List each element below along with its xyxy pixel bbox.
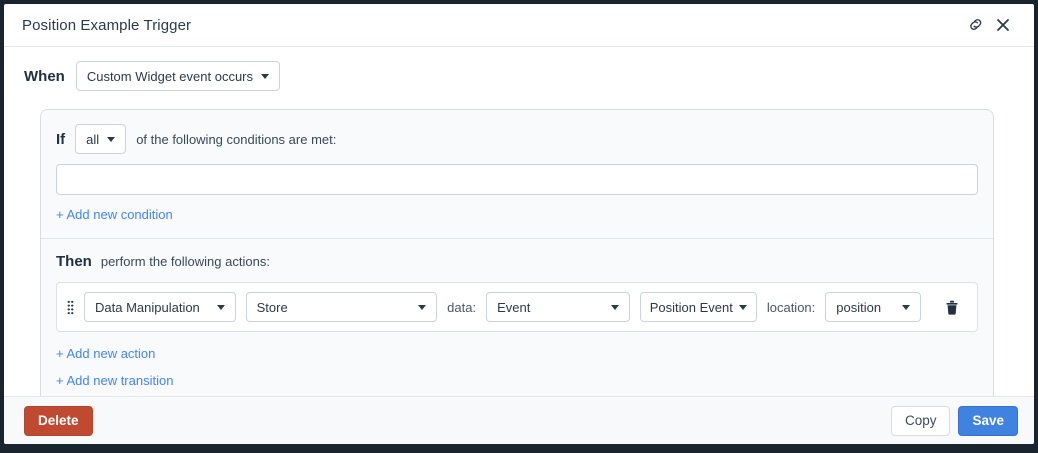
- action-category-dropdown[interactable]: Data Manipulation: [84, 292, 236, 322]
- condition-input[interactable]: [56, 164, 978, 195]
- if-label: If: [56, 131, 65, 148]
- modal-footer: Delete Copy Save: [4, 396, 1034, 444]
- when-row: When Custom Widget event occurs: [24, 61, 1014, 91]
- location-value: position: [836, 300, 881, 315]
- close-icon[interactable]: [990, 12, 1016, 38]
- if-section: If all of the following conditions are m…: [41, 110, 993, 239]
- action-row: Data Manipulation Store data: Event: [56, 282, 978, 332]
- event-type-dropdown[interactable]: Position Event: [640, 292, 757, 322]
- action-category-value: Data Manipulation: [95, 300, 200, 315]
- action-operation-value: Store: [257, 300, 288, 315]
- when-label: When: [24, 68, 65, 85]
- chevron-down-icon: [217, 305, 225, 310]
- chevron-down-icon: [611, 305, 619, 310]
- modal-titlebar: Position Example Trigger: [4, 4, 1034, 47]
- data-source-value: Event: [497, 300, 530, 315]
- when-event-dropdown-value: Custom Widget event occurs: [87, 69, 253, 84]
- then-links: + Add new action + Add new transition: [56, 346, 978, 388]
- chevron-down-icon: [418, 305, 426, 310]
- location-dropdown[interactable]: position: [825, 292, 921, 322]
- screen-backdrop: Position Example Trigger When Cust: [0, 0, 1038, 453]
- quantifier-dropdown-value: all: [86, 132, 99, 147]
- modal-title: Position Example Trigger: [22, 17, 191, 34]
- copy-button[interactable]: Copy: [891, 406, 951, 436]
- if-header: If all of the following conditions are m…: [56, 124, 978, 154]
- add-action-link[interactable]: + Add new action: [56, 346, 978, 361]
- save-button[interactable]: Save: [958, 406, 1018, 436]
- then-section: Then perform the following actions: Data…: [41, 239, 993, 396]
- trash-icon[interactable]: [941, 296, 963, 318]
- quantifier-dropdown[interactable]: all: [75, 124, 126, 154]
- data-label: data:: [447, 300, 476, 315]
- if-description: of the following conditions are met:: [136, 132, 336, 147]
- clause-area: If all of the following conditions are m…: [40, 109, 994, 396]
- location-label: location:: [767, 300, 815, 315]
- if-then-clause-panel: If all of the following conditions are m…: [40, 109, 994, 396]
- drag-handle-icon[interactable]: [67, 300, 74, 315]
- chevron-down-icon: [261, 74, 269, 79]
- modal-body: When Custom Widget event occurs If all: [4, 47, 1034, 396]
- link-icon[interactable]: [964, 12, 990, 38]
- add-transition-link[interactable]: + Add new transition: [56, 373, 978, 388]
- when-event-dropdown[interactable]: Custom Widget event occurs: [76, 61, 280, 91]
- trigger-editor-modal: Position Example Trigger When Cust: [4, 4, 1034, 444]
- data-source-dropdown[interactable]: Event: [486, 292, 630, 322]
- then-label: Then: [56, 253, 92, 270]
- chevron-down-icon: [902, 305, 910, 310]
- then-description: perform the following actions:: [101, 254, 270, 269]
- add-condition-link[interactable]: + Add new condition: [56, 207, 173, 222]
- then-header: Then perform the following actions:: [56, 253, 978, 270]
- chevron-down-icon: [739, 305, 747, 310]
- chevron-down-icon: [107, 137, 115, 142]
- delete-button[interactable]: Delete: [24, 406, 93, 436]
- action-operation-dropdown[interactable]: Store: [246, 292, 438, 322]
- event-type-value: Position Event: [650, 300, 733, 315]
